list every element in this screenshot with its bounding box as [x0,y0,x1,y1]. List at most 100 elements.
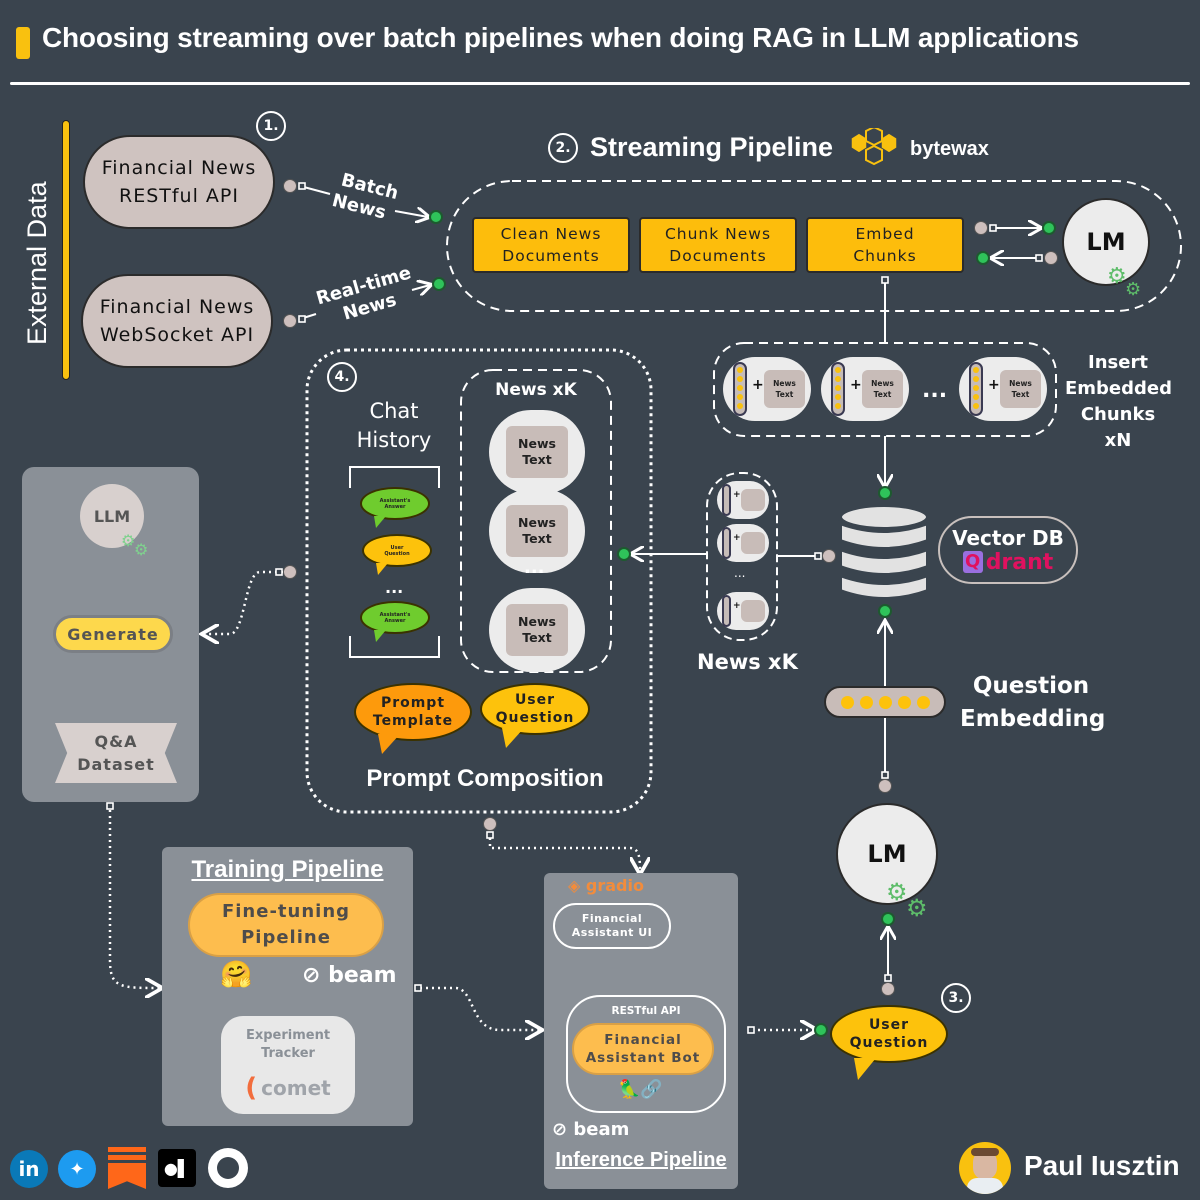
page-title: Choosing streaming over batch pipelines … [42,22,1079,53]
step-line1: Embed [855,225,915,243]
step-line1: Chunk News [664,225,772,243]
gradio-icon: ◈ [568,876,581,895]
embedded-chunk: + News Text [959,357,1047,421]
step-badge-2: 2. [548,133,578,163]
connector-node-in [617,547,631,561]
step-badge-3: 3. [941,983,971,1013]
ellipsis: ... [734,566,746,580]
linkedin-icon[interactable]: in [10,1150,48,1188]
ellipsis: ... [922,378,948,403]
vector-icon [969,362,983,416]
qdrant-logo-icon: Q [962,551,983,573]
plus-icon: + [988,377,1000,393]
vector-icon [831,362,845,416]
bubble-tail [854,1058,876,1080]
finetuning-pipeline[interactable]: Fine-tuning Pipeline [188,893,384,957]
ellipsis: ... [385,578,404,597]
connector-node-in [1042,221,1056,235]
beam-icon: ⊘ [302,963,321,988]
comet-icon: ( [245,1073,258,1103]
step-line2: Chunks [853,247,917,265]
source-line2: WebSocket API [99,324,255,346]
plus-icon: + [733,490,741,500]
connector-node-in [881,912,895,926]
bubble-tail [502,728,524,748]
batch-news-label: Batch News [330,170,401,227]
news-text-chunk: News Text [1000,370,1041,408]
langchain-icon: 🦜🔗 [618,1079,663,1100]
embedded-chunk: + News Text [821,357,909,421]
gear-icon: ⚙ [906,894,928,922]
insert-chunks-label: Insert Embedded Chunks xN [1065,352,1173,451]
qa-dataset[interactable]: Q&A Dataset [55,723,177,783]
chat-history-label: Chat History [356,399,432,452]
connector-node [974,221,988,235]
connector-node [878,779,892,793]
ellipsis: ... [524,557,545,578]
vector-icon [733,362,747,416]
qdrant-brand: drant [985,549,1054,575]
connector-node [822,549,836,563]
prompt-template-bubble[interactable]: Prompt Template [354,683,472,741]
experiment-tracker[interactable]: Experiment Tracker (comet [221,1016,355,1114]
question-embedding-vector [824,686,946,718]
title-divider [10,82,1190,85]
streaming-pipeline-title: Streaming Pipeline [590,132,834,162]
connector-node-in [814,1023,828,1037]
user-question-bubble[interactable]: User Question [830,1005,948,1063]
vector-icon [722,595,731,627]
news-text-chunk [741,532,765,554]
chat-item-assistant-answer: Assistant's Answer [360,601,430,634]
vector-db-badge: Vector DB Q drant [938,516,1078,584]
database-icon [838,503,930,599]
step-line2: Documents [502,247,600,265]
news-text-chunk [741,489,765,511]
connector-node [283,179,297,193]
plus-icon: + [733,533,741,543]
comet-brand: comet [261,1076,331,1100]
connector-node-in [976,251,990,265]
chunk-news-step[interactable]: Chunk News Documents [639,217,797,273]
connector-node-in [432,277,446,291]
plus-icon: + [733,601,741,611]
retrieved-chunk: + [717,592,769,630]
beam-brand: beam [573,1119,630,1140]
financial-assistant-bot[interactable]: Financial Assistant Bot [572,1023,714,1075]
restful-api-source[interactable]: Financial News RESTful API [83,135,275,229]
medium-icon[interactable]: ●▌ [158,1149,196,1187]
retrieved-news-label: News xK [697,650,798,674]
user-question-prompt-bubble[interactable]: User Question [480,683,590,735]
connector-node [483,817,497,831]
bytewax-logo-icon [850,128,898,166]
retrieved-chunk: + [717,524,769,562]
beam-logo: ⊘ beam [552,1119,629,1140]
connector-node [1044,251,1058,265]
beam-brand: beam [328,963,397,988]
question-embedding-label: Question Embedding [960,673,1106,732]
beam-logo: ⊘ beam [302,963,397,988]
vector-icon [722,527,731,559]
financial-assistant-ui[interactable]: Financial Assistant UI [553,903,671,949]
connector-node-in [429,210,443,224]
embed-chunks-step[interactable]: Embed Chunks [806,217,964,273]
title-accent-bar [16,27,30,59]
websocket-api-source[interactable]: Financial News WebSocket API [81,274,273,368]
generate-button[interactable]: Generate [53,615,173,653]
step-line2: Documents [669,247,767,265]
embedding-lm[interactable]: LM [1062,198,1150,286]
gradio-logo: ◈ gradio [568,876,644,895]
vector-db-label: Vector DB [952,525,1064,550]
prompt-composition-title: Prompt Composition [366,765,604,792]
news-item: News Text [489,588,585,672]
step-badge-1: 1. [256,111,286,141]
retrieved-chunk: + [717,481,769,519]
twitter-icon[interactable]: ✦ [58,1150,96,1188]
connector-node-in [878,486,892,500]
source-line2: RESTful API [119,185,239,207]
author-name: Paul Iusztin [1024,1150,1180,1181]
external-data-label: External Data [22,181,52,345]
bubble-tail [378,734,400,754]
substack-icon[interactable] [108,1147,146,1191]
github-icon[interactable] [208,1148,248,1188]
clean-news-step[interactable]: Clean News Documents [472,217,630,273]
